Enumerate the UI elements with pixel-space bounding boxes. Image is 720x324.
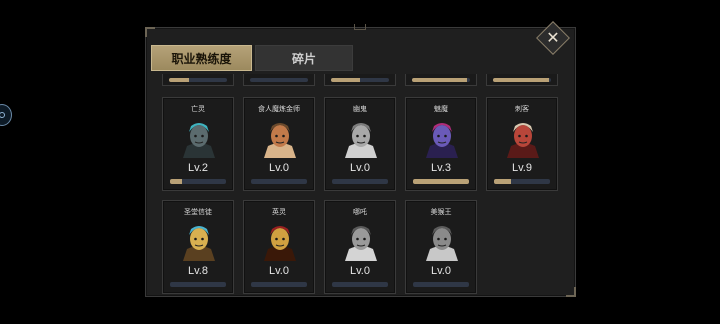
- hero-spirit-portrait: [260, 221, 300, 261]
- hero-card-partial[interactable]: [324, 74, 396, 86]
- proficiency-bar: [251, 282, 307, 287]
- hero-card-partial[interactable]: [405, 74, 477, 86]
- hero-card[interactable]: 幽鬼 Lv.0: [324, 97, 396, 191]
- proficiency-bar: [170, 282, 226, 287]
- hero-card[interactable]: 食人魔炼金师 Lv.0: [243, 97, 315, 191]
- hero-level: Lv.0: [431, 265, 451, 277]
- side-hint-button[interactable]: [0, 104, 12, 126]
- proficiency-bar: [494, 179, 550, 184]
- proficiency-bar-fill: [413, 179, 469, 184]
- hero-level: Lv.2: [188, 162, 208, 174]
- proficiency-bar: [251, 179, 307, 184]
- hero-name: 食人魔炼金师: [258, 105, 300, 113]
- corner-ornament: [566, 287, 576, 297]
- proficiency-bar-fill: [494, 179, 511, 184]
- proficiency-bar: [332, 282, 388, 287]
- corner-ornament: [145, 27, 155, 37]
- close-icon: ✕: [546, 28, 560, 47]
- hero-card[interactable]: 亡灵 Lv.2: [162, 97, 234, 191]
- proficiency-bar-fill: [331, 78, 360, 82]
- proficiency-bar: [332, 179, 388, 184]
- tab-proficiency[interactable]: 职业熟练度: [151, 45, 252, 71]
- hero-level: Lv.0: [350, 265, 370, 277]
- hero-level: Lv.0: [350, 162, 370, 174]
- hero-level: Lv.0: [269, 162, 289, 174]
- hint-icon: [0, 112, 5, 118]
- hero-card-partial[interactable]: [243, 74, 315, 86]
- hero-proficiency-panel: 职业熟练度 碎片 ✕ 亡灵 Lv.2 食人魔炼金师 Lv.0 幽鬼 Lv.0 魅魔 Lv.3 刺…: [145, 21, 576, 297]
- hero-name: 幽鬼: [353, 105, 367, 113]
- hero-grid[interactable]: 亡灵 Lv.2 食人魔炼金师 Lv.0 幽鬼 Lv.0 魅魔 Lv.3 刺客 Lv.9 圣堂信徒 Lv…: [160, 74, 562, 296]
- proficiency-bar: [331, 78, 389, 82]
- specter-portrait: [341, 118, 381, 158]
- proficiency-bar: [413, 179, 469, 184]
- proficiency-bar: [493, 78, 551, 82]
- hero-level: Lv.0: [269, 265, 289, 277]
- hero-name: 刺客: [515, 105, 529, 113]
- hero-name: 哪吒: [353, 208, 367, 216]
- hero-name: 魅魔: [434, 105, 448, 113]
- hero-card-partial[interactable]: [486, 74, 558, 86]
- proficiency-bar-fill: [169, 78, 190, 82]
- ogre-alchemist-portrait: [260, 118, 300, 158]
- succubus-portrait: [422, 118, 462, 158]
- proficiency-bar: [169, 78, 227, 82]
- proficiency-bar-fill: [170, 179, 183, 184]
- templar-portrait: [179, 221, 219, 261]
- hero-card[interactable]: 哪吒 Lv.0: [324, 200, 396, 294]
- proficiency-bar: [250, 78, 308, 82]
- hero-card[interactable]: 圣堂信徒 Lv.8: [162, 200, 234, 294]
- hero-level: Lv.8: [188, 265, 208, 277]
- proficiency-bar: [170, 179, 226, 184]
- hero-level: Lv.3: [431, 162, 451, 174]
- close-button[interactable]: ✕: [536, 21, 570, 55]
- monkey-king-portrait: [422, 221, 462, 261]
- hero-name: 英灵: [272, 208, 286, 216]
- hero-card[interactable]: 刺客 Lv.9: [486, 97, 558, 191]
- hero-card[interactable]: 英灵 Lv.0: [243, 200, 315, 294]
- hero-card-partial[interactable]: [162, 74, 234, 86]
- proficiency-bar-fill: [493, 78, 550, 82]
- hero-card[interactable]: 美猴王 Lv.0: [405, 200, 477, 294]
- assassin-portrait: [503, 118, 543, 158]
- proficiency-bar: [412, 78, 470, 82]
- hero-name: 亡灵: [191, 105, 205, 113]
- undead-portrait: [179, 118, 219, 158]
- tab-fragments[interactable]: 碎片: [255, 45, 353, 71]
- hero-card[interactable]: 魅魔 Lv.3: [405, 97, 477, 191]
- hero-level: Lv.9: [512, 162, 532, 174]
- proficiency-bar-fill: [412, 78, 468, 82]
- proficiency-bar: [413, 282, 469, 287]
- nezha-portrait: [341, 221, 381, 261]
- hero-name: 圣堂信徒: [184, 208, 212, 216]
- hero-name: 美猴王: [430, 208, 452, 216]
- top-ornament: [354, 24, 366, 30]
